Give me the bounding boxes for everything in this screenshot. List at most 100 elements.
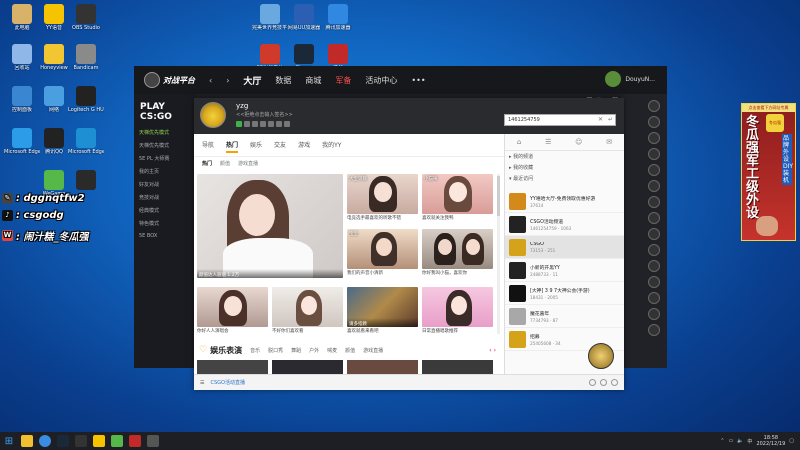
- section-tab[interactable]: 舞蹈: [291, 347, 301, 354]
- badge-icon[interactable]: [284, 121, 290, 127]
- channel-row[interactable]: CSGO活动频道 1461254759 · 1063: [505, 213, 624, 236]
- home-icon[interactable]: ⌂: [517, 138, 521, 146]
- tab-social[interactable]: 交友: [274, 140, 286, 153]
- desktop-shortcut[interactable]: Honeyview: [36, 44, 72, 71]
- emblem-icon[interactable]: [588, 343, 614, 369]
- menu-icon[interactable]: ☰: [200, 380, 204, 386]
- desktop-shortcut[interactable]: 此电脑: [4, 4, 40, 31]
- tile-desc[interactable]: 不好你们喜欢看: [272, 328, 343, 334]
- tile-desc[interactable]: 你好我叫小猫，喜欢你: [422, 270, 493, 276]
- sidebar-item-ladder-2[interactable]: 天梯优先模式: [134, 139, 196, 152]
- channel-row[interactable]: YY嘻哈大厅-免费领取优惠好游 37614: [505, 190, 624, 213]
- live-tile[interactable]: 颜值达人丽丽 1.2万: [197, 174, 343, 278]
- channel-row[interactable]: 魔花嘉年 7734793 · 87: [505, 305, 624, 328]
- live-tile[interactable]: [422, 287, 493, 327]
- platform-user[interactable]: DouyuN...: [605, 71, 655, 87]
- platform-logo[interactable]: 对战平台: [144, 72, 195, 88]
- desktop-shortcut[interactable]: 腾讯加速器: [320, 4, 356, 31]
- volume-icon[interactable]: 🔈: [737, 438, 743, 444]
- signature[interactable]: <<拒绝点击输入签名>>: [236, 111, 293, 118]
- nav-more[interactable]: •••: [411, 76, 425, 85]
- enter-icon[interactable]: ↵: [608, 116, 613, 123]
- friend-avatar-icon[interactable]: [648, 196, 660, 208]
- section-tab[interactable]: 颜值: [345, 347, 355, 354]
- desktop-shortcut[interactable]: 回收站: [4, 44, 40, 71]
- badge-icon[interactable]: [260, 121, 266, 127]
- friend-avatar-icon[interactable]: [648, 116, 660, 128]
- section-tab[interactable]: 音乐: [250, 347, 260, 354]
- badge-icon[interactable]: [244, 121, 250, 127]
- subtab-hot[interactable]: 热门: [202, 160, 212, 167]
- sidebar-item-classic[interactable]: 经典模式: [134, 204, 196, 217]
- pager-arrows[interactable]: ‹ ›: [489, 347, 496, 354]
- sidebar-item-home[interactable]: 我的主页: [134, 165, 196, 178]
- desktop-shortcut[interactable]: YY语音: [36, 4, 72, 31]
- friend-avatar-icon[interactable]: [648, 244, 660, 256]
- desktop-shortcut[interactable]: Logitech G HUB: [68, 86, 104, 113]
- search-input[interactable]: 1461254759 ✕ ↵: [504, 114, 616, 126]
- obs-icon[interactable]: [75, 435, 87, 447]
- tile-desc[interactable]: 你好人人演唱会: [197, 328, 268, 334]
- search-icon[interactable]: [611, 379, 618, 386]
- back-arrow-icon[interactable]: ‹: [209, 76, 212, 85]
- tile-desc[interactable]: 喜欢就看来看吧: [347, 328, 418, 334]
- friend-avatar-icon[interactable]: [648, 308, 660, 320]
- section-tab[interactable]: 喊麦: [327, 347, 337, 354]
- friend-avatar-icon[interactable]: [648, 276, 660, 288]
- group-recent[interactable]: ▾ 最近访问: [505, 173, 624, 184]
- app-icon[interactable]: [147, 435, 159, 447]
- desktop-shortcut[interactable]: 网络: [36, 86, 72, 113]
- live-tile[interactable]: 宝宝: [347, 229, 418, 269]
- friend-avatar-icon[interactable]: [648, 260, 660, 272]
- section-tab[interactable]: 脱口秀: [268, 347, 283, 354]
- sidebar-item-friends[interactable]: 好友对战: [134, 178, 196, 191]
- tile-desc[interactable]: 我们的声音小清新: [347, 270, 418, 276]
- friend-avatar-icon[interactable]: [648, 228, 660, 240]
- game-link[interactable]: CSGO活动直播: [210, 379, 244, 386]
- tab-hot[interactable]: 热门: [226, 140, 239, 153]
- live-tile[interactable]: [272, 287, 343, 327]
- desktop-shortcut[interactable]: Microsoft Edge: [68, 128, 104, 155]
- nav-data[interactable]: 数据: [275, 75, 291, 86]
- live-tile[interactable]: [422, 229, 493, 269]
- start-button[interactable]: ⊞: [0, 432, 18, 450]
- desktop-shortcut[interactable]: OBS Studio: [68, 4, 104, 31]
- chevron-up-icon[interactable]: ⌃: [720, 438, 724, 444]
- friend-avatar-icon[interactable]: [648, 292, 660, 304]
- yy-icon[interactable]: [93, 435, 105, 447]
- sidebar-item-compete[interactable]: 竞技对战: [134, 191, 196, 204]
- nav-events[interactable]: 活动中心: [365, 75, 397, 86]
- desktop-shortcut[interactable]: [68, 170, 104, 191]
- live-tile[interactable]: [272, 360, 343, 374]
- forward-arrow-icon[interactable]: ›: [226, 76, 229, 85]
- sidebar-item-ladder[interactable]: 天梯优先模式: [134, 126, 196, 139]
- steam-icon[interactable]: [57, 435, 69, 447]
- tile-desc[interactable]: 日常直播唱歌推荐: [422, 328, 493, 334]
- chat-icon[interactable]: ✉: [606, 138, 612, 146]
- file-explorer-icon[interactable]: [21, 435, 33, 447]
- desktop-shortcut[interactable]: Bandicam: [68, 44, 104, 71]
- subtab-looks[interactable]: 颜值: [220, 160, 230, 167]
- group-my-channels[interactable]: ▸ 我的频道: [505, 151, 624, 162]
- subtab-game-live[interactable]: 游戏直播: [238, 160, 258, 167]
- tab-entertainment[interactable]: 娱乐: [250, 140, 262, 153]
- live-tile[interactable]: [347, 360, 418, 374]
- notification-icon[interactable]: ▢: [789, 438, 794, 444]
- badge-icon[interactable]: [268, 121, 274, 127]
- badge-icon[interactable]: [252, 121, 258, 127]
- friend-avatar-icon[interactable]: [648, 164, 660, 176]
- friend-avatar-icon[interactable]: [648, 212, 660, 224]
- live-tile[interactable]: [422, 360, 493, 374]
- live-tile[interactable]: 请多指教: [347, 287, 418, 327]
- friend-avatar-icon[interactable]: [648, 132, 660, 144]
- nav-store[interactable]: 商城: [305, 75, 321, 86]
- channel-row[interactable]: [大神] 3 9 7大神公会(手游) 18431 · 2005: [505, 282, 624, 305]
- tile-desc[interactable]: 喜欢就关注我鸭: [422, 215, 493, 221]
- live-tile[interactable]: 大宝贝聊: [347, 174, 418, 214]
- tab-nav[interactable]: 导航: [202, 140, 214, 153]
- channel-row[interactable]: CSGO 73153 · 251: [505, 236, 624, 259]
- tile-desc[interactable]: 电竞选手最喜欢的听歌不错: [347, 215, 418, 221]
- clock[interactable]: 18:58 2022/12/19: [756, 435, 785, 447]
- contacts-icon[interactable]: ☰: [545, 138, 551, 146]
- scrollbar[interactable]: [497, 174, 500, 334]
